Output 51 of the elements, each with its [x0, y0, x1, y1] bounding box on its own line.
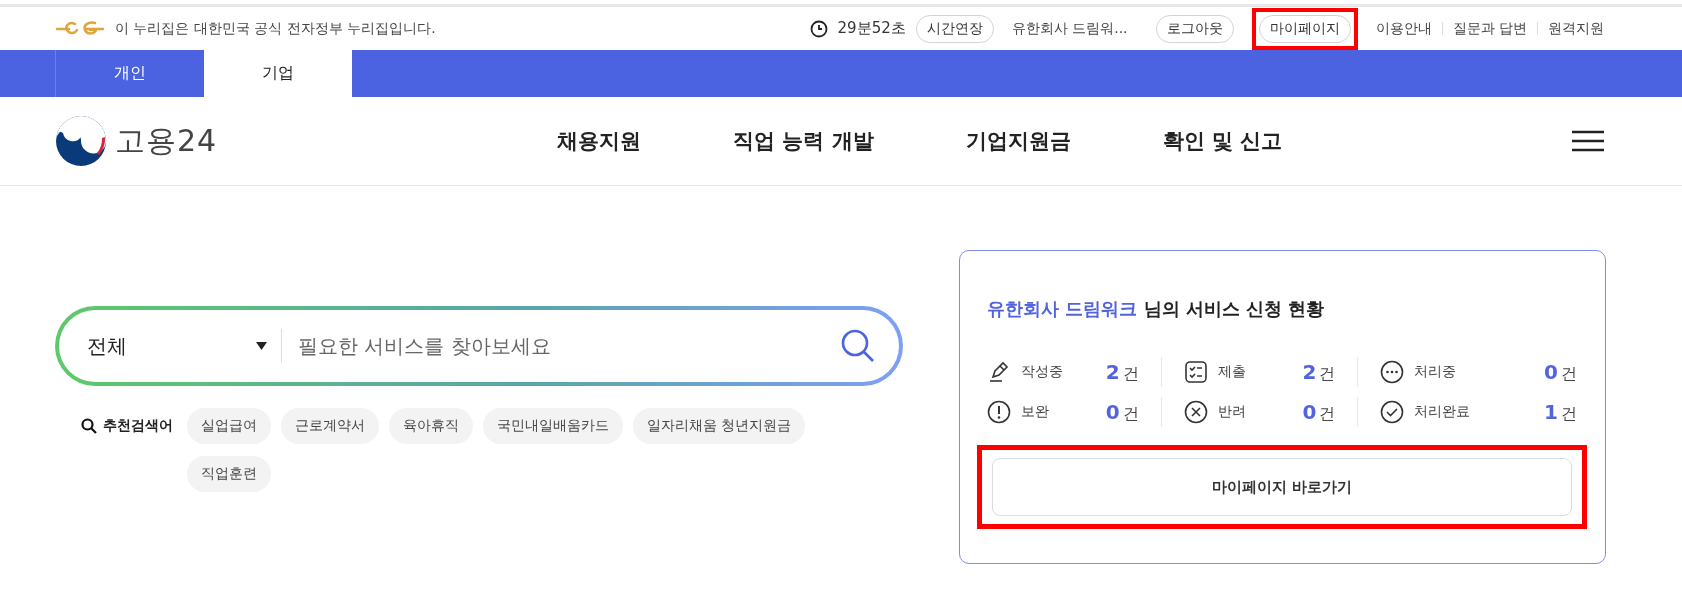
- status-label: 제출: [1217, 363, 1247, 381]
- check-circle-icon: [1380, 400, 1405, 424]
- status-count: 1 건: [1544, 399, 1577, 425]
- status-label: 처리완료: [1414, 403, 1472, 421]
- nav-link[interactable]: 기업지원금: [965, 127, 1071, 155]
- nav-link[interactable]: 확인 및 신고: [1162, 127, 1283, 155]
- header-link[interactable]: 원격지원: [1548, 19, 1604, 38]
- taegeuk-emblem-icon: [55, 115, 107, 167]
- checklist-icon: [1183, 360, 1208, 384]
- header-link[interactable]: 이용안내: [1375, 19, 1432, 38]
- nav-link[interactable]: 직업 능력 개발: [733, 127, 874, 155]
- eg-logo-icon: [55, 19, 105, 38]
- keyword-chip[interactable]: 일자리채움 청년지원금: [633, 408, 806, 444]
- status-card-title: 유한회사 드림워크 님의 서비스 신청 현황: [987, 297, 1326, 321]
- caret-icon: [256, 342, 267, 350]
- mypage-button[interactable]: 마이페이지: [1258, 14, 1351, 43]
- status-label: 보완: [1021, 403, 1050, 421]
- status-count: 2 건: [1302, 359, 1336, 385]
- category-dropdown[interactable]: 전체: [87, 329, 282, 363]
- exclamation-circle-icon: [987, 400, 1011, 424]
- pencil-icon: [987, 360, 1011, 384]
- mypage-shortcut-button[interactable]: 마이페이지 바로가기: [992, 458, 1572, 516]
- status-count: 0 건: [1105, 399, 1139, 425]
- keyword-chip[interactable]: 근로계약서: [281, 408, 379, 444]
- status-count: 0 건: [1302, 399, 1336, 425]
- search-icon: [81, 418, 97, 434]
- user-name: 유한회사 드림워...: [1011, 19, 1128, 38]
- menu-icon[interactable]: [1572, 130, 1604, 152]
- search-icon[interactable]: [841, 329, 875, 363]
- session-timer: 29분52초: [837, 19, 906, 38]
- status-count: 0 건: [1544, 359, 1577, 385]
- recommend-label: 추천검색어: [103, 417, 173, 435]
- logout-button[interactable]: 로그아웃: [1155, 14, 1234, 43]
- logo-text: 고용24: [115, 121, 218, 160]
- header-link[interactable]: 질문과 답변: [1452, 19, 1527, 38]
- status-label: 반려: [1217, 403, 1247, 421]
- keyword-chip[interactable]: 직업훈련: [187, 456, 271, 492]
- extend-button[interactable]: 시간연장: [915, 14, 994, 43]
- tab[interactable]: 기업: [204, 50, 352, 97]
- nav-link[interactable]: 채용지원: [557, 127, 641, 155]
- status-label: 처리중: [1414, 363, 1458, 381]
- clock-icon: [809, 19, 828, 38]
- keyword-chip[interactable]: 국민내일배움카드: [483, 408, 623, 444]
- x-circle-icon: [1183, 400, 1208, 424]
- notice-text: 이 누리집은 대한민국 공식 전자정부 누리집입니다.: [115, 19, 436, 38]
- keyword-chip[interactable]: 육아휴직: [389, 408, 473, 444]
- status-count: 2 건: [1105, 359, 1139, 385]
- status-label: 작성중: [1021, 363, 1064, 381]
- keyword-chip[interactable]: 실업급여: [187, 408, 271, 444]
- ellipsis-circle-icon: [1380, 360, 1405, 384]
- search-field[interactable]: 필요한 서비스를 찾아보세요: [296, 333, 841, 359]
